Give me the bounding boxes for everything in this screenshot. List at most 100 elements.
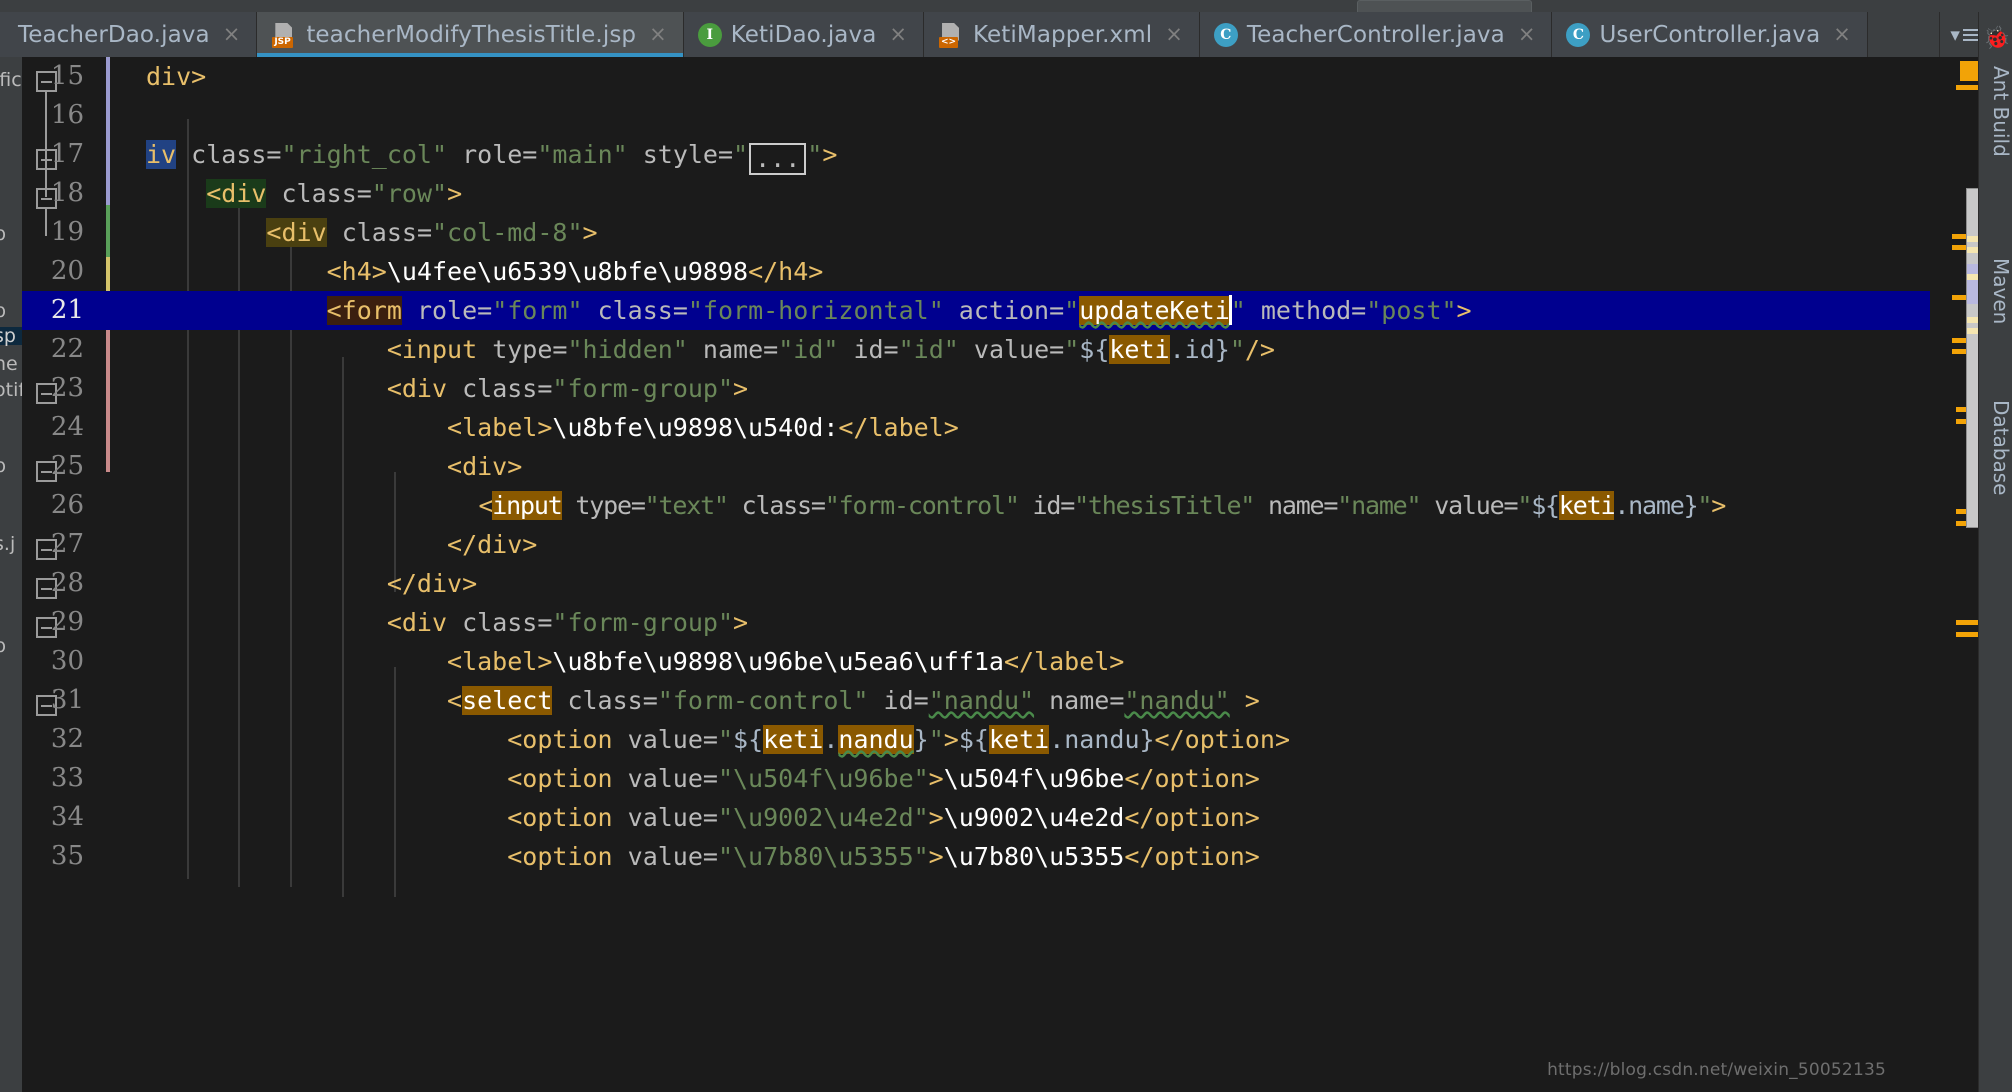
- stripe-marker[interactable]: [1956, 632, 1978, 637]
- tool-window-stub[interactable]: [1357, 0, 1532, 12]
- code-line[interactable]: 18 <div class="row">: [22, 174, 1930, 213]
- line-number: 21: [50, 295, 84, 325]
- line-content: <div>: [447, 452, 523, 481]
- code-line[interactable]: 30 <label>\u8bfe\u9898\u96be\u5ea6\uff1a…: [22, 642, 1930, 681]
- code-line[interactable]: 35 <option value="\u7b80\u5355">\u7b80\u…: [22, 837, 1930, 876]
- editor-tab-label: teacherModifyThesisTitle.jsp: [306, 21, 637, 48]
- stripe-marker[interactable]: [1956, 85, 1978, 90]
- line-number: 24: [50, 412, 84, 442]
- stripe-marker[interactable]: [1956, 620, 1978, 625]
- editor-tab-label: UserController.java: [1599, 21, 1821, 48]
- code-line[interactable]: 26 <input type="text" class="form-contro…: [22, 486, 1930, 525]
- tool-window-database[interactable]: Database: [1979, 394, 2012, 554]
- line-content: <label>\u8bfe\u9898\u540d:</label>: [447, 413, 959, 442]
- line-number: 16: [50, 100, 84, 130]
- line-number: 35: [50, 841, 84, 871]
- class-icon-letter: C: [1220, 26, 1232, 43]
- line-content: <h4>\u4fee\u6539\u8bfe\u9898</h4>: [326, 257, 824, 286]
- line-number: 19: [50, 217, 84, 247]
- code-line[interactable]: 33 <option value="\u504f\u96be">\u504f\u…: [22, 759, 1930, 798]
- project-tree-item[interactable]: p: [0, 457, 6, 476]
- close-icon[interactable]: ×: [223, 24, 241, 45]
- code-line[interactable]: 29 <div class="form-group">: [22, 603, 1930, 642]
- line-number: 27: [50, 529, 84, 559]
- top-strip: [0, 0, 2012, 12]
- stripe-marker[interactable]: [1952, 338, 1966, 343]
- stripe-marker[interactable]: [1952, 245, 1966, 250]
- code-line[interactable]: 25 <div>: [22, 447, 1930, 486]
- code-line[interactable]: 22 <input type="hidden" name="id" id="id…: [22, 330, 1930, 369]
- close-icon[interactable]: ×: [889, 24, 907, 45]
- line-number: 17: [50, 139, 84, 169]
- interface-icon-letter: I: [706, 26, 714, 43]
- project-tree-item[interactable]: ific: [0, 71, 22, 90]
- editor-tab-label: TeacherController.java: [1246, 21, 1505, 48]
- close-icon[interactable]: ×: [1518, 24, 1536, 45]
- code-editor[interactable]: 15 div> 16 17 iv class="right_col" role=…: [22, 57, 1930, 1092]
- code-line-current[interactable]: 21 <form role="form" class="form-horizon…: [22, 291, 1930, 330]
- code-line[interactable]: 19 <div class="col-md-8">: [22, 213, 1930, 252]
- code-line[interactable]: 28 </div>: [22, 564, 1930, 603]
- tool-window-ant-build[interactable]: Ant Build: [1979, 60, 2012, 210]
- bug-icon[interactable]: 🐞: [1983, 26, 2010, 51]
- xml-file-icon: <>: [938, 22, 964, 48]
- code-line[interactable]: 15 div>: [22, 57, 1930, 96]
- line-content: <input type="hidden" name="id" id="id" v…: [386, 335, 1275, 364]
- line-number: 33: [50, 763, 84, 793]
- line-number: 18: [50, 178, 84, 208]
- code-line[interactable]: 32 <option value="${keti.nandu}">${keti.…: [22, 720, 1930, 759]
- project-tree-item[interactable]: ne: [0, 355, 18, 374]
- code-line[interactable]: 24 <label>\u8bfe\u9898\u540d:</label>: [22, 408, 1930, 447]
- jsp-badge-label: JSP: [272, 36, 293, 48]
- line-content: <div class="form-group">: [386, 374, 749, 403]
- project-tree-item[interactable]: otif: [0, 381, 22, 400]
- code-line[interactable]: 17 iv class="right_col" role="main" styl…: [22, 135, 1930, 175]
- line-content: <input type="text" class="form-control" …: [478, 491, 1726, 520]
- editor-tab-ketimapper[interactable]: <> KetiMapper.xml ×: [924, 12, 1200, 57]
- stripe-marker[interactable]: [1952, 234, 1966, 239]
- line-content: <option value="\u504f\u96be">\u504f\u96b…: [507, 764, 1260, 793]
- code-line[interactable]: 27 </div>: [22, 525, 1930, 564]
- inline-style-fold[interactable]: ...: [749, 143, 807, 175]
- editor-tab-bar: TeacherDao.java × JSP teacherModifyThesi…: [0, 12, 2012, 57]
- code-line[interactable]: 34 <option value="\u9002\u4e2d">\u9002\u…: [22, 798, 1930, 837]
- editor-tab-teacherdao[interactable]: TeacherDao.java ×: [0, 12, 258, 57]
- line-number: 20: [50, 256, 84, 286]
- project-tree-item[interactable]: p: [0, 637, 6, 656]
- stripe-marker-warning[interactable]: [1960, 61, 1980, 81]
- search-match-highlight: updateKeti: [1079, 296, 1230, 325]
- code-line[interactable]: 23 <div class="form-group">: [22, 369, 1930, 408]
- line-number: 32: [50, 724, 84, 754]
- project-tree-item-selected[interactable]: sp: [0, 327, 22, 346]
- close-icon[interactable]: ×: [1833, 24, 1851, 45]
- tool-window-maven[interactable]: Maven: [1979, 252, 2012, 362]
- watermark: https://blog.csdn.net/weixin_50052135: [1547, 1060, 1886, 1080]
- editor-tab-teachermodifythesistitle[interactable]: JSP teacherModifyThesisTitle.jsp ×: [257, 12, 684, 57]
- class-icon-letter: C: [1572, 26, 1585, 43]
- java-class-icon: C: [1213, 22, 1238, 47]
- editor-tab-teachercontroller[interactable]: C TeacherController.java ×: [1199, 12, 1553, 57]
- close-icon[interactable]: ×: [649, 24, 667, 45]
- line-content: <label>\u8bfe\u9898\u96be\u5ea6\uff1a</l…: [447, 647, 1125, 676]
- code-line[interactable]: 16: [22, 96, 1930, 135]
- editor-tab-usercontroller[interactable]: C UserController.java ×: [1552, 12, 1868, 57]
- line-content: <option value="\u9002\u4e2d">\u9002\u4e2…: [507, 803, 1260, 832]
- editor-tab-ketidao[interactable]: I KetiDao.java ×: [683, 12, 925, 57]
- close-icon[interactable]: ×: [1165, 24, 1183, 45]
- stripe-marker[interactable]: [1952, 349, 1966, 354]
- project-tree-item[interactable]: s.j: [0, 535, 15, 554]
- line-number: 29: [50, 607, 84, 637]
- line-number: 15: [50, 61, 84, 91]
- ide-window: TeacherDao.java × JSP teacherModifyThesi…: [0, 0, 2012, 1092]
- project-tool-window-sliver[interactable]: ific p p sp ne otif p s.j p: [0, 57, 22, 1092]
- line-content: div>: [146, 62, 207, 91]
- right-tool-window-bar: 🐞 Ant Build Maven Database: [1978, 12, 2012, 1092]
- code-line[interactable]: 31 <select class="form-control" id="nand…: [22, 681, 1930, 720]
- line-content: iv class="right_col" role="main" style="…: [146, 140, 838, 175]
- project-tree-item[interactable]: p: [0, 302, 6, 321]
- stripe-marker[interactable]: [1952, 295, 1966, 300]
- code-line[interactable]: 20 <h4>\u4fee\u6539\u8bfe\u9898</h4>: [22, 252, 1930, 291]
- java-class-icon: C: [1566, 22, 1591, 47]
- line-number: 28: [50, 568, 84, 598]
- project-tree-item[interactable]: p: [0, 225, 6, 244]
